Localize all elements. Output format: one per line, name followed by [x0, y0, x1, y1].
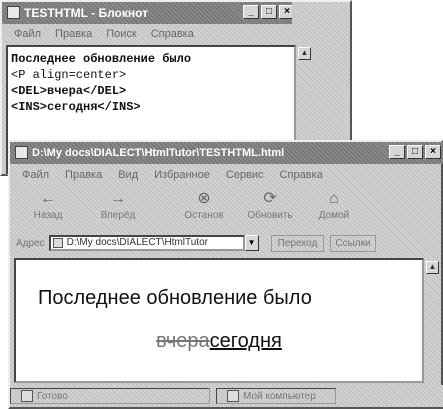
notepad-titlebar[interactable]: TESTHTML - Блокнот _ □ × — [2, 2, 292, 24]
back-button[interactable]: ← Назад — [20, 188, 76, 226]
go-button[interactable]: Переход — [270, 234, 325, 252]
status-left-panel: Готово — [10, 388, 210, 404]
close-icon[interactable]: × — [425, 145, 441, 159]
notepad-line: <DEL>вчера</DEL> — [11, 84, 127, 98]
notepad-line: Последнее обновление было — [11, 52, 192, 66]
notepad-title: TESTHTML - Блокнот — [24, 6, 149, 20]
notepad-app-icon — [7, 6, 20, 19]
back-label: Назад — [33, 210, 63, 221]
inserted-text: сегодня — [209, 330, 282, 352]
address-value: D:\My docs\DIALECT\HtmlTutor — [66, 237, 208, 248]
stop-label: Останов — [184, 210, 224, 221]
browser-menu-edit[interactable]: Правка — [65, 169, 102, 181]
browser-menu-tools[interactable]: Сервис — [226, 169, 264, 181]
minimize-icon[interactable]: _ — [243, 5, 259, 19]
forward-label: Вперёд — [100, 210, 136, 221]
browser-titlebar[interactable]: D:\My docs\DIALECT\HtmlTutor\TESTHTML.ht… — [10, 142, 443, 164]
browser-title: D:\My docs\DIALECT\HtmlTutor\TESTHTML.ht… — [32, 147, 285, 159]
close-icon[interactable]: × — [279, 5, 292, 19]
browser-toolbar: ← Назад → Вперёд ⊗ Останов ⟳ Обновить ⌂ … — [10, 186, 443, 230]
browser-menu-favorites[interactable]: Избранное — [154, 169, 210, 181]
notepad-menu-help[interactable]: Справка — [151, 28, 194, 40]
browser-menu-file[interactable]: Файл — [22, 169, 49, 181]
notepad-menu-search[interactable]: Поиск — [106, 28, 136, 40]
links-button[interactable]: Ссылки — [330, 234, 376, 252]
home-icon: ⌂ — [329, 190, 339, 207]
maximize-icon[interactable]: □ — [261, 5, 277, 19]
browser-window-buttons: _ □ × — [389, 145, 441, 159]
refresh-button[interactable]: ⟳ Обновить — [242, 188, 298, 226]
content-centered-paragraph: вчерасегодня — [16, 330, 422, 353]
address-input[interactable]: D:\My docs\DIALECT\HtmlTutor — [48, 235, 245, 251]
notepad-window-buttons: _ □ × — [243, 5, 292, 19]
computer-icon — [227, 390, 239, 402]
browser-content: Последнее обновление было вчерасегодня — [14, 258, 424, 383]
deleted-text: вчера — [156, 330, 210, 352]
address-label: Адрес — [16, 237, 45, 249]
scroll-up-icon[interactable]: ▲ — [426, 261, 439, 274]
address-dropdown-icon[interactable]: ▼ — [244, 235, 259, 251]
address-bar: Адрес D:\My docs\DIALECT\HtmlTutor ▼ Пер… — [10, 232, 443, 254]
browser-vertical-scrollbar[interactable]: ▲ — [424, 258, 441, 383]
notepad-line: <INS>сегодня</INS> — [11, 100, 141, 114]
stop-icon: ⊗ — [197, 190, 211, 207]
stop-button[interactable]: ⊗ Останов — [176, 188, 232, 226]
status-text: Готово — [37, 390, 68, 402]
page-icon — [52, 238, 63, 248]
notepad-menubar: Файл Правка Поиск Справка — [2, 25, 292, 43]
maximize-icon[interactable]: □ — [407, 145, 423, 159]
forward-arrow-icon: → — [110, 190, 126, 207]
browser-menubar: Файл Правка Вид Избранное Сервис Справка — [10, 166, 443, 184]
status-zone: Мой компьютер — [243, 390, 316, 402]
scroll-up-icon[interactable]: ▲ — [298, 47, 311, 60]
browser-menu-view[interactable]: Вид — [118, 169, 138, 181]
notepad-line: <P align=center> — [11, 68, 127, 82]
home-label: Домой — [318, 210, 350, 221]
content-line: Последнее обновление было — [38, 287, 312, 309]
notepad-menu-file[interactable]: Файл — [14, 28, 41, 40]
status-bar: Готово Мой компьютер — [10, 385, 443, 407]
refresh-label: Обновить — [247, 210, 293, 221]
status-zone-panel: Мой компьютер — [216, 388, 336, 404]
home-button[interactable]: ⌂ Домой — [306, 188, 362, 226]
browser-app-icon — [15, 146, 28, 159]
minimize-icon[interactable]: _ — [389, 145, 405, 159]
notepad-menu-edit[interactable]: Правка — [55, 28, 92, 40]
browser-menu-help[interactable]: Справка — [280, 169, 323, 181]
back-arrow-icon: ← — [40, 190, 56, 207]
forward-button[interactable]: → Вперёд — [90, 188, 146, 226]
refresh-icon: ⟳ — [263, 190, 277, 207]
status-page-icon — [21, 390, 33, 402]
